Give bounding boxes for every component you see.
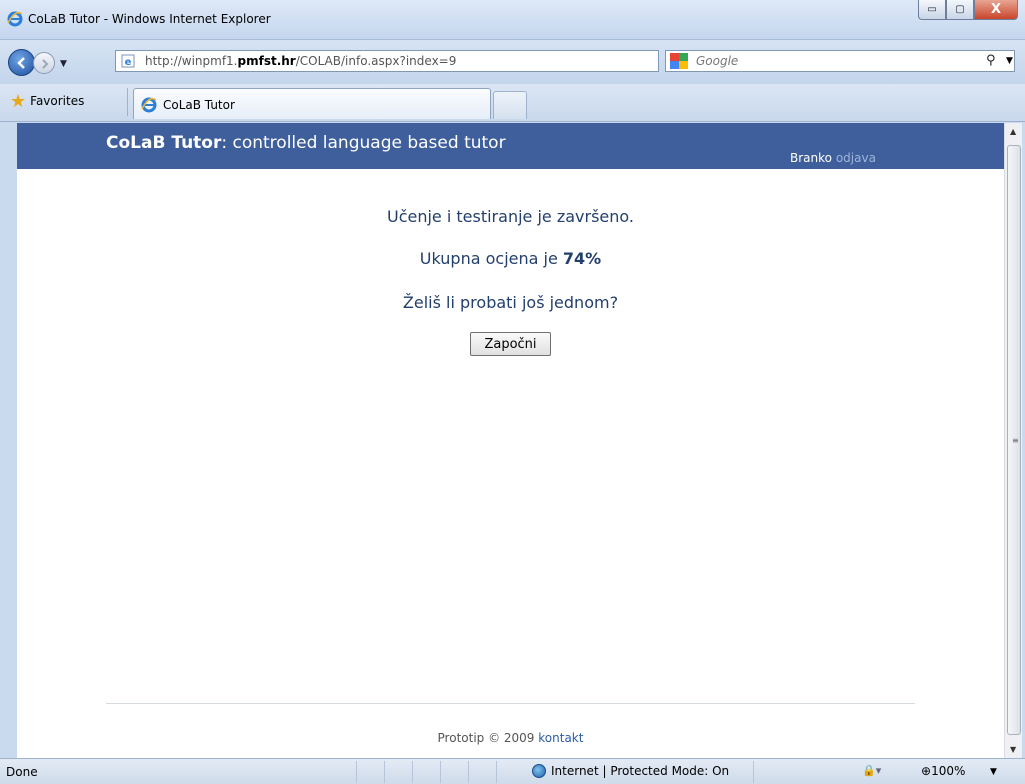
forward-arrow-icon (42, 59, 49, 69)
window-controls: ▭ ▢ X (918, 0, 1018, 22)
address-prefix: http://winpmf1. (145, 54, 238, 68)
google-logo-icon (670, 53, 688, 69)
search-placeholder: Google (696, 54, 739, 68)
score-value: 74% (562, 249, 602, 268)
score-prefix: Ukupna ocjena je (419, 249, 563, 268)
forward-button[interactable] (33, 52, 55, 74)
zoom-dropdown-icon[interactable]: ▼ (990, 767, 997, 777)
ie-logo-icon (141, 97, 157, 113)
window-titlebar: CoLaB Tutor - Windows Internet Explorer … (0, 0, 1025, 40)
maximize-button[interactable]: ▢ (946, 0, 974, 20)
start-button[interactable]: Započni (470, 332, 551, 356)
address-path: /COLAB/info.aspx?index=9 (295, 54, 457, 68)
favorites-button[interactable]: ★ Favorites (4, 90, 90, 112)
minimize-icon: ▭ (927, 4, 937, 15)
retry-question: Želiš li probati još jednom? (402, 293, 619, 312)
site-title-tagline: : controlled language based tutor (221, 133, 506, 153)
contact-link[interactable]: kontakt (538, 731, 583, 745)
footer-divider (106, 703, 915, 704)
site-title-brand: CoLaB Tutor (106, 133, 222, 153)
completion-message: Učenje i testiranje je završeno. (386, 207, 634, 226)
zoom-value: 100% (931, 764, 966, 778)
search-dropdown-icon[interactable]: ▼ (1006, 56, 1013, 66)
status-bar: Done Internet | Protected Mode: On 🔒▾ ⊕1… (0, 758, 1025, 784)
scroll-down-arrow-icon[interactable]: ▼ (1010, 745, 1016, 754)
footer-text: Prototip © 2009 (437, 731, 539, 745)
user-area: Branko odjava (790, 151, 876, 165)
tab-label: CoLaB Tutor (163, 98, 235, 112)
recent-pages-dropdown-icon[interactable]: ▼ (60, 59, 67, 69)
address-bar[interactable]: e http://winpmf1.pmfst.hr/COLAB/info.asp… (115, 50, 760, 72)
tab-colab-tutor[interactable]: CoLaB Tutor (133, 88, 491, 119)
status-cells (356, 761, 524, 783)
ie-logo-icon (7, 11, 23, 27)
status-cell (468, 761, 496, 783)
favorites-bar: ★ Favorites CoLaB Tutor (0, 84, 1025, 122)
svg-text:e: e (125, 57, 132, 68)
address-domain: pmfst.hr (237, 54, 296, 68)
scroll-grip-icon: ≡ (1012, 436, 1019, 445)
status-cell (412, 761, 440, 783)
favorites-star-icon: ★ (10, 90, 27, 112)
page-ie-icon: e (121, 54, 135, 68)
status-cell (384, 761, 412, 783)
search-icon[interactable]: ⚲ (986, 53, 996, 68)
zoom-level[interactable]: ⊕100% (921, 764, 965, 778)
security-zone-label: Internet | Protected Mode: On (551, 764, 730, 778)
zoom-icon: ⊕ (921, 764, 932, 778)
close-icon: X (990, 2, 1002, 17)
close-button[interactable]: X (974, 0, 1018, 20)
scroll-up-arrow-icon[interactable]: ▲ (1010, 127, 1016, 136)
favorites-separator (127, 88, 128, 116)
maximize-icon: ▢ (955, 4, 965, 15)
user-name: Branko (790, 151, 832, 165)
globe-icon (532, 764, 546, 778)
protected-mode-icon[interactable]: 🔒▾ (862, 764, 881, 777)
page-viewport: CoLaB Tutor: controlled language based t… (17, 123, 1004, 758)
status-text: Done (6, 765, 38, 779)
favorites-label: Favorites (30, 94, 85, 108)
status-cell (496, 761, 524, 783)
site-header: CoLaB Tutor: controlled language based t… (17, 123, 1004, 169)
back-arrow-icon (17, 57, 25, 69)
scroll-thumb[interactable]: ≡ (1007, 145, 1021, 735)
vertical-scrollbar[interactable]: ▲ ≡ ▼ (1004, 123, 1022, 758)
new-tab-button[interactable] (493, 91, 527, 119)
address-url[interactable]: http://winpmf1.pmfst.hr/COLAB/info.aspx?… (145, 54, 456, 68)
page-footer: Prototip © 2009 kontakt (17, 731, 1004, 745)
search-box[interactable]: Google ⚲ ▼ (665, 50, 1015, 72)
status-cell (440, 761, 468, 783)
status-cell (356, 761, 384, 783)
back-button[interactable] (8, 49, 35, 76)
window-title: CoLaB Tutor - Windows Internet Explorer (28, 12, 271, 26)
minimize-button[interactable]: ▭ (918, 0, 946, 20)
site-title: CoLaB Tutor: controlled language based t… (106, 133, 506, 153)
score-message: Ukupna ocjena je 74% (17, 249, 1004, 268)
status-separator (753, 761, 754, 783)
left-window-frame (0, 123, 17, 758)
logout-link[interactable]: odjava (836, 151, 876, 165)
security-zone[interactable]: Internet | Protected Mode: On (532, 764, 729, 778)
navigation-bar: ▼ e http://winpmf1.pmfst.hr/COLAB/info.a… (0, 40, 1025, 84)
